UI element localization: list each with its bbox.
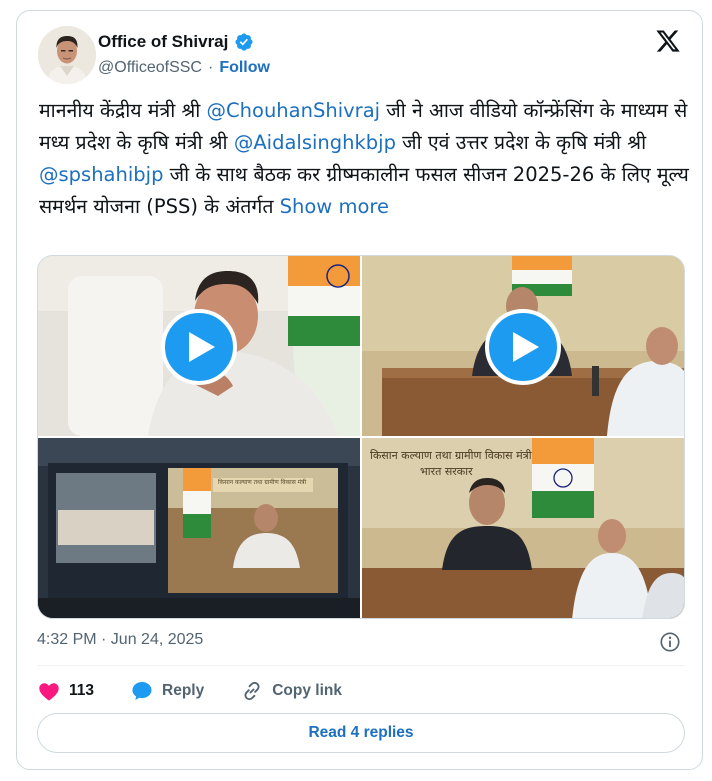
reply-label: Reply	[162, 682, 205, 699]
reply-button[interactable]: Reply	[130, 679, 204, 703]
follow-button[interactable]: Follow	[219, 59, 270, 77]
verified-badge-icon	[235, 33, 253, 51]
video-thumbnail-1[interactable]	[38, 256, 360, 436]
play-button[interactable]	[161, 309, 237, 385]
show-more-link[interactable]: Show more	[280, 195, 389, 218]
play-icon	[513, 332, 539, 362]
reply-bubble-icon	[132, 682, 152, 700]
media-grid: किसान कल्याण तथा ग्रामीण विकास मंत्री कि…	[37, 255, 685, 619]
banner-line-1: किसान कल्याण तथा ग्रामीण विकास मंत्री	[370, 449, 532, 462]
tweet-card: Office of Shivraj @OfficeofSSC · Follow …	[16, 10, 703, 770]
separator-dot: ·	[207, 59, 214, 76]
action-bar: 113 Reply Copy link	[37, 677, 378, 705]
author-name-row: Office of Shivraj	[98, 32, 254, 52]
photo-4[interactable]: किसान कल्याण तथा ग्रामीण विकास मंत्री भा…	[362, 438, 684, 618]
mention-link[interactable]: @ChouhanShivraj	[207, 99, 381, 122]
avatar[interactable]	[38, 26, 96, 84]
banner-text-small: किसान कल्याण तथा ग्रामीण विकास मंत्री	[218, 479, 307, 486]
info-icon[interactable]	[659, 631, 681, 653]
link-icon	[244, 681, 260, 701]
mention-link[interactable]: @spshahibjp	[39, 163, 163, 186]
play-icon	[189, 332, 215, 362]
read-replies-button[interactable]: Read 4 replies	[37, 713, 685, 753]
author-handle[interactable]: @OfficeofSSC	[98, 59, 202, 77]
copy-link-label: Copy link	[272, 682, 342, 699]
like-button[interactable]: 113	[37, 679, 94, 703]
banner-text: किसान कल्याण तथा ग्रामीण विकास मंत्री भा…	[370, 448, 532, 480]
mention-link[interactable]: @Aidalsinghkbjp	[234, 131, 396, 154]
photo-3[interactable]: किसान कल्याण तथा ग्रामीण विकास मंत्री	[38, 438, 360, 618]
tweet-text: माननीय केंद्रीय मंत्री श्री @ChouhanShiv…	[39, 95, 689, 223]
heart-icon	[39, 683, 59, 701]
video-thumbnail-2[interactable]	[362, 256, 684, 436]
like-count: 113	[69, 682, 95, 699]
tweet-text-segment: जी एवं उत्तर प्रदेश के कृषि मंत्री श्री	[395, 131, 647, 154]
timestamp[interactable]: 4:32 PM · Jun 24, 2025	[37, 631, 203, 649]
tweet-text-segment: माननीय केंद्रीय मंत्री श्री	[39, 99, 207, 122]
copy-link-button[interactable]: Copy link	[240, 679, 342, 703]
handle-row: @OfficeofSSC · Follow	[98, 59, 270, 77]
x-logo-icon[interactable]	[655, 28, 681, 54]
play-button[interactable]	[485, 309, 561, 385]
banner-line-2: भारत सरकार	[420, 465, 473, 478]
author-name[interactable]: Office of Shivraj	[98, 32, 228, 52]
divider	[37, 665, 685, 666]
